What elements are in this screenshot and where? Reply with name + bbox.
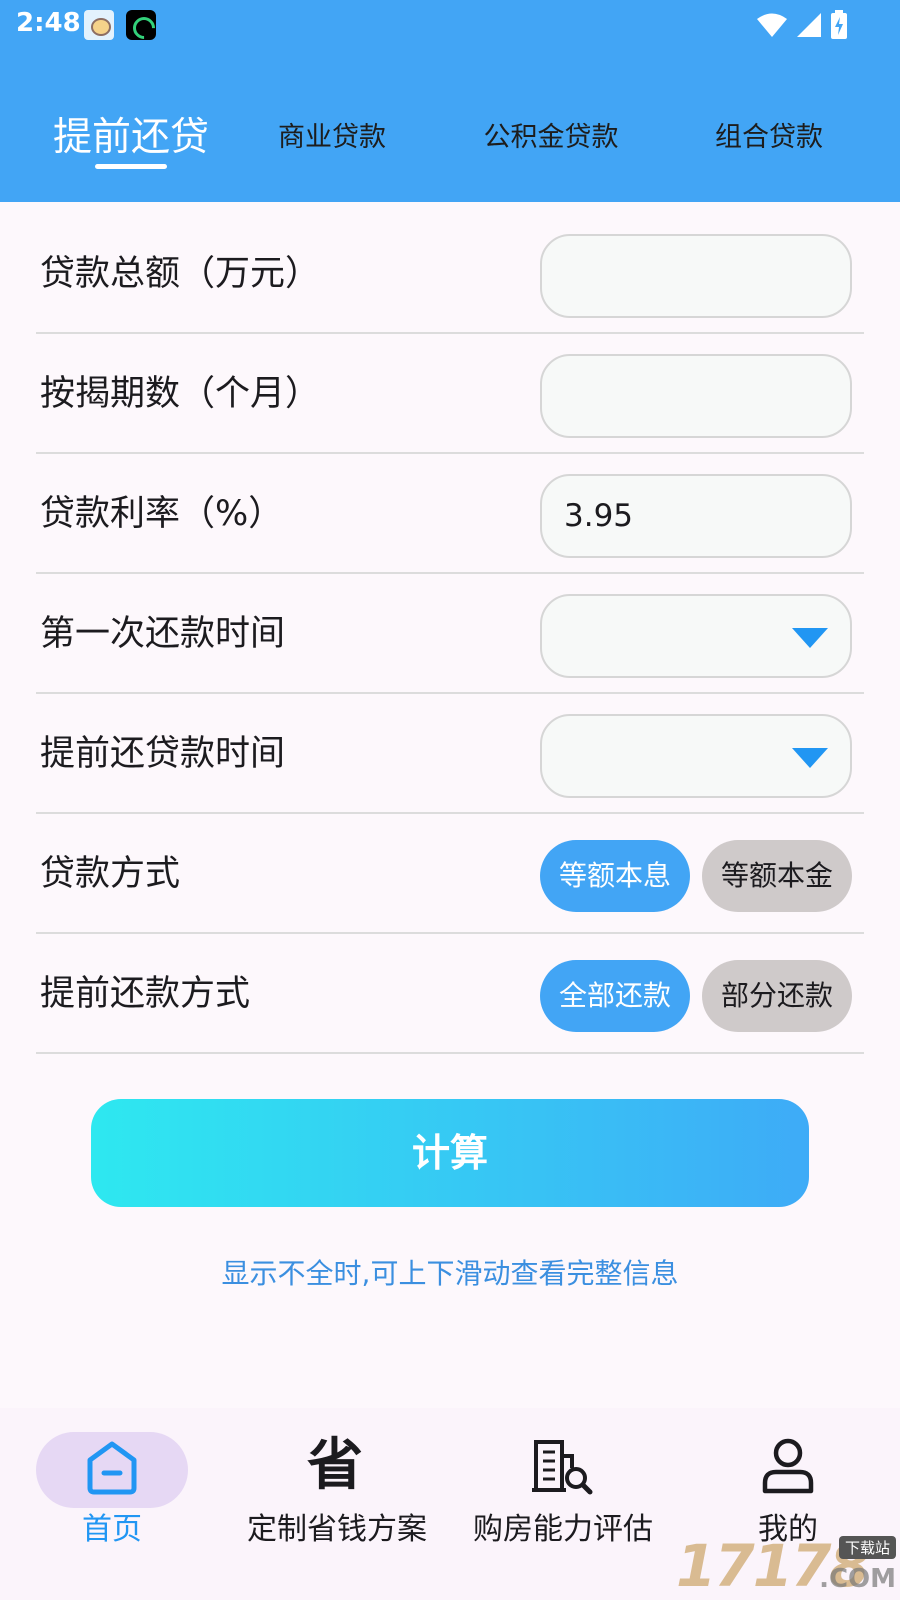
wifi-icon bbox=[757, 13, 787, 37]
prepay-method-label: 提前还款方式 bbox=[40, 974, 251, 1014]
watermark-suffix: .COM bbox=[819, 1564, 896, 1594]
nav-home-label: 首页 bbox=[82, 1512, 142, 1547]
nav-savings-plan-label: 定制省钱方案 bbox=[247, 1512, 427, 1547]
status-time: 2:48 bbox=[16, 8, 81, 38]
equal-installment-button[interactable]: 等额本息 bbox=[540, 840, 690, 912]
loan-total-input[interactable] bbox=[540, 234, 852, 318]
watermark-tag: 下载站 bbox=[838, 1536, 896, 1559]
sheng-char-icon: 省 bbox=[307, 1433, 363, 1498]
rate-label: 贷款利率（%） bbox=[40, 494, 284, 534]
sleep-app-icon bbox=[126, 10, 156, 40]
nav-savings-plan[interactable]: 省 定制省钱方案 bbox=[224, 1408, 450, 1558]
equal-principal-button[interactable]: 等额本金 bbox=[702, 840, 852, 912]
loan-type-tabs: 提前还贷 商业贷款 公积金贷款 组合贷款 bbox=[0, 92, 900, 182]
prepay-time-label: 提前还贷款时间 bbox=[40, 734, 286, 774]
dropdown-arrow-icon bbox=[792, 748, 828, 768]
app-notification-icon bbox=[84, 10, 114, 40]
form-row-first-payment: 第一次还款时间 bbox=[36, 574, 864, 694]
loan-total-label: 贷款总额（万元） bbox=[40, 254, 321, 294]
first-payment-dropdown[interactable] bbox=[540, 594, 852, 678]
app-header: 2:48 提前还贷 商业贷款 公积金贷款 组合贷款 bbox=[0, 0, 900, 202]
person-icon bbox=[762, 1438, 814, 1494]
prepayment-form: 贷款总额（万元） 按揭期数（个月） 贷款利率（%） 第一次还款时间 提前还贷款时… bbox=[36, 214, 864, 1054]
scroll-hint: 显示不全时,可上下滑动查看完整信息 bbox=[221, 1257, 679, 1290]
nav-home[interactable]: 首页 bbox=[0, 1408, 224, 1558]
tab-provident-fund-loan[interactable]: 公积金贷款 bbox=[460, 92, 642, 176]
first-payment-label: 第一次还款时间 bbox=[40, 614, 286, 654]
calculate-button[interactable]: 计算 bbox=[91, 1099, 809, 1207]
partial-repayment-button[interactable]: 部分还款 bbox=[702, 960, 852, 1032]
status-bar: 2:48 bbox=[0, 0, 900, 50]
status-icons bbox=[756, 10, 848, 40]
form-row-loan-total: 贷款总额（万元） bbox=[36, 214, 864, 334]
building-search-icon bbox=[532, 1440, 593, 1495]
full-repayment-button[interactable]: 全部还款 bbox=[540, 960, 690, 1032]
nav-affordability-label: 购房能力评估 bbox=[473, 1512, 653, 1547]
tab-combined-loan[interactable]: 组合贷款 bbox=[688, 92, 850, 176]
months-label: 按揭期数（个月） bbox=[40, 374, 321, 414]
form-row-prepay-method: 提前还款方式 全部还款 部分还款 bbox=[36, 934, 864, 1054]
form-row-rate: 贷款利率（%） bbox=[36, 454, 864, 574]
dropdown-arrow-icon bbox=[792, 628, 828, 648]
site-watermark: 17178 下载站 .COM bbox=[676, 1532, 900, 1600]
home-icon bbox=[87, 1441, 137, 1495]
form-row-loan-method: 贷款方式 等额本息 等额本金 bbox=[36, 814, 864, 934]
form-row-prepay-time: 提前还贷款时间 bbox=[36, 694, 864, 814]
nav-affordability[interactable]: 购房能力评估 bbox=[450, 1408, 676, 1558]
prepay-time-dropdown[interactable] bbox=[540, 714, 852, 798]
form-row-months: 按揭期数（个月） bbox=[36, 334, 864, 454]
tab-commercial-loan[interactable]: 商业贷款 bbox=[252, 92, 412, 176]
battery-charging-icon bbox=[831, 10, 847, 39]
active-tab-indicator bbox=[95, 164, 167, 169]
cell-signal-icon bbox=[797, 13, 821, 37]
loan-method-label: 贷款方式 bbox=[40, 854, 181, 894]
months-input[interactable] bbox=[540, 354, 852, 438]
rate-input[interactable] bbox=[540, 474, 852, 558]
